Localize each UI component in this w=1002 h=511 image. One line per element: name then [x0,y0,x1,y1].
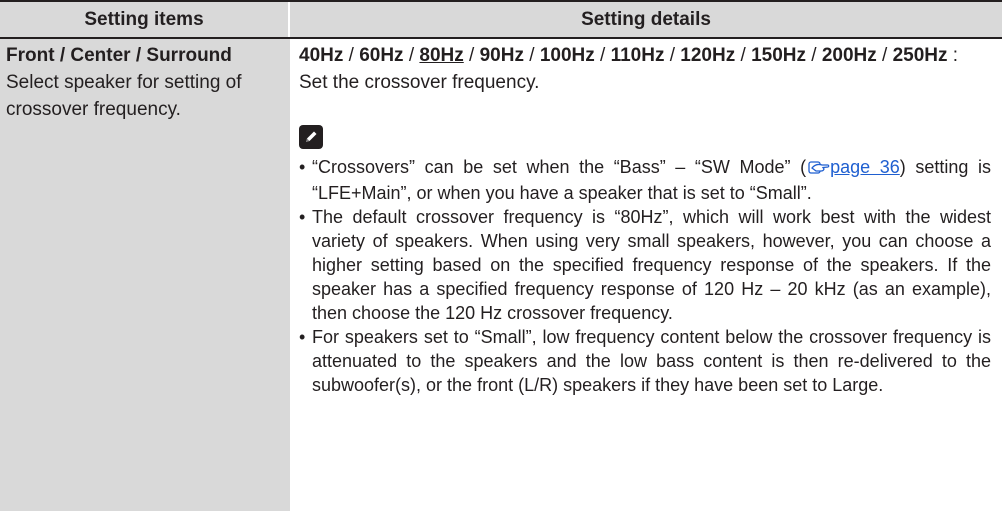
pointing-hand-icon [808,157,830,181]
frequency-option: 150Hz [751,45,806,66]
setting-item-title: Front / Center / Surround [6,45,232,66]
frequency-option: 120Hz [680,45,736,66]
frequency-line: 40Hz / 60Hz / 80Hz / 90Hz / 100Hz / 110H… [299,42,991,96]
frequency-separator: / [876,45,893,66]
frequency-option: 110Hz [610,45,665,66]
note-text: “Crossovers” can be set when the “Bass” … [312,157,807,177]
pencil-icon [299,125,323,149]
header-setting-items: Setting items [0,2,290,37]
setting-item-description: Select speaker for setting of crossover … [6,72,242,120]
frequency-separator: / [523,45,540,66]
frequency-separator: / [343,45,360,66]
frequency-separator: / [664,45,681,66]
page-reference-text: page 36 [830,157,900,177]
frequency-separator: / [463,45,480,66]
frequency-option: 60Hz [359,45,404,66]
frequency-option: 90Hz [479,45,524,66]
setting-item-cell: Front / Center / Surround Select speaker… [0,39,290,511]
note-item: The default crossover frequency is “80Hz… [299,205,991,325]
frequency-separator: / [403,45,420,66]
frequency-option: 250Hz [892,45,948,66]
frequency-option: 100Hz [539,45,595,66]
frequency-separator: / [805,45,822,66]
frequency-separator: / [735,45,752,66]
page-reference-link[interactable]: page 36 [806,157,900,177]
header-setting-details: Setting details [290,2,1002,37]
notes-list: “Crossovers” can be set when the “Bass” … [299,155,991,397]
frequency-option: 200Hz [821,45,877,66]
frequency-option: 80Hz [419,45,464,66]
frequency-options: 40Hz / 60Hz / 80Hz / 90Hz / 100Hz / 110H… [299,45,948,66]
note-item: For speakers set to “Small”, low frequen… [299,325,991,397]
frequency-option: 40Hz [299,45,344,66]
frequency-separator: / [594,45,611,66]
setting-details-cell: 40Hz / 60Hz / 80Hz / 90Hz / 100Hz / 110H… [290,39,1002,511]
note-item: “Crossovers” can be set when the “Bass” … [299,155,991,205]
